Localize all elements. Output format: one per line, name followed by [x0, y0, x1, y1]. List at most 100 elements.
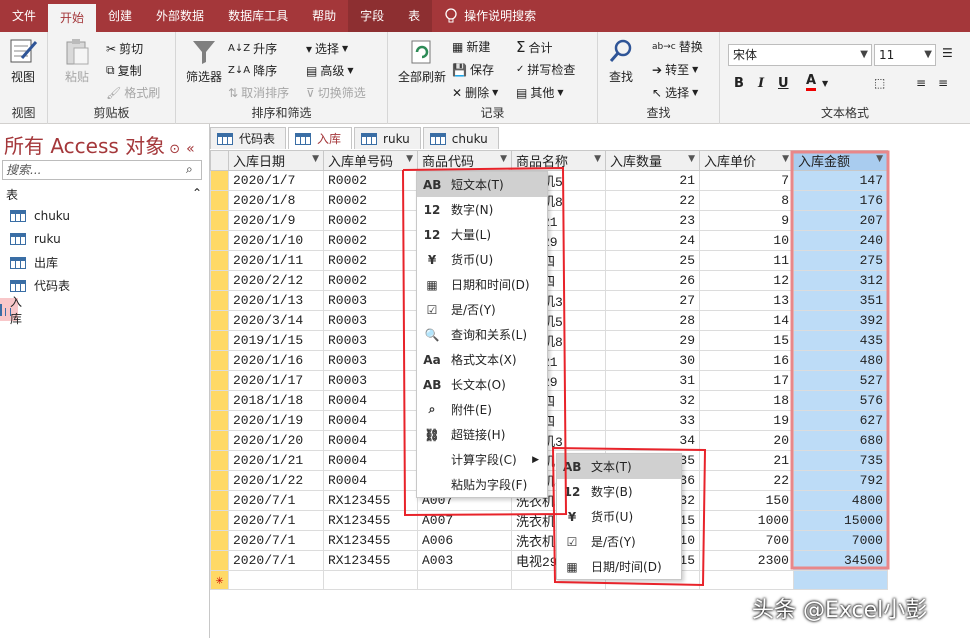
table-cell[interactable]: 14 [699, 310, 794, 331]
tab-home[interactable]: 开始 [48, 4, 97, 32]
table-cell[interactable]: RX123455 [323, 550, 418, 571]
new-record-button[interactable]: ▦ 新建 [452, 38, 490, 55]
tab-fields[interactable]: 字段 [348, 0, 397, 32]
record-selector[interactable] [210, 310, 229, 331]
table-cell[interactable]: R0003 [323, 290, 418, 311]
tab-create[interactable]: 创建 [96, 0, 144, 32]
table-cell[interactable]: 25 [605, 250, 700, 271]
table-cell[interactable]: 2020/7/1 [228, 490, 324, 511]
nav-item-codes[interactable]: 代码表 [0, 274, 204, 297]
table-cell[interactable]: 2020/3/14 [228, 310, 324, 331]
table-cell[interactable]: 312 [793, 270, 888, 291]
table-cell[interactable]: R0002 [323, 170, 418, 191]
tab-external-data[interactable]: 外部数据 [144, 0, 216, 32]
doc-tab-ruku[interactable]: ruku [354, 127, 421, 149]
table-cell[interactable]: 32 [605, 390, 700, 411]
delete-button[interactable]: ✕ 删除 ▼ [452, 84, 498, 101]
table-cell[interactable]: 351 [793, 290, 888, 311]
record-selector[interactable] [210, 210, 229, 231]
new-record-row[interactable]: ✳ [210, 570, 888, 590]
chevron-down-icon[interactable]: ▼ [876, 154, 883, 164]
table-cell[interactable]: 2020/7/1 [228, 510, 324, 531]
table-cell[interactable]: 2020/1/16 [228, 350, 324, 371]
table-cell[interactable]: 23 [605, 210, 700, 231]
replace-button[interactable]: ab→c 替换 [652, 38, 703, 55]
table-row[interactable]: 2020/1/16R0003电视213016480 [210, 350, 888, 371]
table-row[interactable]: 2020/1/13R0003洗衣机32713351 [210, 290, 888, 311]
table-cell[interactable]: 9 [699, 210, 794, 231]
table-cell[interactable]: 2020/7/1 [228, 550, 324, 571]
record-selector[interactable] [210, 510, 229, 531]
table-cell[interactable]: RX123455 [323, 530, 418, 551]
table-cell[interactable]: 21 [699, 450, 794, 471]
goto-button[interactable]: ➔ 转至 ▼ [652, 61, 698, 78]
totals-button[interactable]: Σ 合计 [516, 38, 553, 56]
table-cell[interactable]: 2020/1/19 [228, 410, 324, 431]
table-cell[interactable]: 19 [699, 410, 794, 431]
table-cell[interactable]: 275 [793, 250, 888, 271]
table-cell[interactable]: 34500 [793, 550, 888, 571]
spelling-button[interactable]: ✓ 拼写检查 [516, 61, 575, 78]
table-cell[interactable]: R0002 [323, 270, 418, 291]
menu-item[interactable]: ¥ 货币(U) [557, 504, 681, 529]
table-cell[interactable]: 147 [793, 170, 888, 191]
table-cell[interactable]: R0003 [323, 350, 418, 371]
record-selector[interactable] [210, 430, 229, 451]
menu-item[interactable]: 12 数字(B) [557, 479, 681, 504]
tab-file[interactable]: 文件 [0, 0, 48, 32]
table-cell[interactable]: 27 [605, 290, 700, 311]
table-cell[interactable]: 2020/1/22 [228, 470, 324, 491]
tab-help[interactable]: 帮助 [300, 0, 348, 32]
table-cell[interactable]: 150 [699, 490, 794, 511]
table-cell[interactable]: R0004 [323, 450, 418, 471]
record-selector[interactable] [210, 350, 229, 371]
table-cell[interactable]: 33 [605, 410, 700, 431]
record-selector[interactable] [210, 190, 229, 211]
table-cell[interactable]: 22 [605, 190, 700, 211]
record-selector[interactable] [210, 450, 229, 471]
nav-item-ruku[interactable]: ruku [0, 227, 204, 250]
col-header[interactable]: 入库数量 ▼ [605, 150, 700, 171]
record-selector[interactable] [210, 390, 229, 411]
chevron-down-icon[interactable]: ▼ [688, 154, 695, 164]
advanced-button[interactable]: ▤ 高级 ▼ [306, 62, 354, 79]
record-selector[interactable] [210, 270, 229, 291]
table-row[interactable]: 2020/7/1 RX123455 A003 电视29 15 2300 34500 [210, 550, 888, 571]
chevron-down-icon[interactable]: ▼ [312, 154, 319, 164]
table-cell[interactable]: 24 [605, 230, 700, 251]
table-cell[interactable]: 2020/1/13 [228, 290, 324, 311]
table-row[interactable]: 2020/1/20R0004洗衣机33420680 [210, 430, 888, 451]
record-selector[interactable] [210, 530, 229, 551]
tab-table[interactable]: 表 [396, 0, 433, 32]
table-cell[interactable]: R0002 [323, 230, 418, 251]
paste-button[interactable]: 粘贴 [64, 38, 90, 85]
highlight-icon[interactable]: ⬚ [874, 76, 885, 90]
menu-item[interactable]: 12 数字(N) [417, 197, 547, 222]
table-cell[interactable]: 2020/1/20 [228, 430, 324, 451]
col-header[interactable]: 商品名称 ▼ [511, 150, 606, 171]
table-row[interactable]: 2020/1/7R0002洗衣机5217147 [210, 170, 888, 191]
find-button[interactable]: 查找 [608, 38, 634, 85]
format-painter-button[interactable]: 🖌 格式刷 [106, 84, 160, 101]
table-cell[interactable]: A007 [417, 510, 512, 531]
table-cell[interactable]: 480 [793, 350, 888, 371]
table-cell[interactable]: 20 [699, 430, 794, 451]
table-cell[interactable]: 15000 [793, 510, 888, 531]
table-cell[interactable]: 2300 [699, 550, 794, 571]
table-cell[interactable]: 576 [793, 390, 888, 411]
table-cell[interactable]: 435 [793, 330, 888, 351]
table-cell[interactable]: 2020/1/7 [228, 170, 324, 191]
table-cell[interactable]: 21 [605, 170, 700, 191]
save-button[interactable]: 💾 保存 [452, 61, 494, 78]
menu-item[interactable]: 12 大量(L) [417, 222, 547, 247]
table-cell[interactable]: R0002 [323, 190, 418, 211]
table-cell[interactable]: 392 [793, 310, 888, 331]
collapse-icon[interactable]: « [186, 141, 195, 157]
menu-item[interactable]: AB 长文本(O) [417, 372, 547, 397]
table-cell[interactable]: 11 [699, 250, 794, 271]
table-cell[interactable]: 240 [793, 230, 888, 251]
table-cell[interactable]: 680 [793, 430, 888, 451]
chevron-down-icon[interactable]: ▼ [406, 154, 413, 164]
bold-button[interactable]: B [734, 76, 744, 91]
select-button[interactable]: ↖ 选择 ▼ [652, 84, 698, 101]
